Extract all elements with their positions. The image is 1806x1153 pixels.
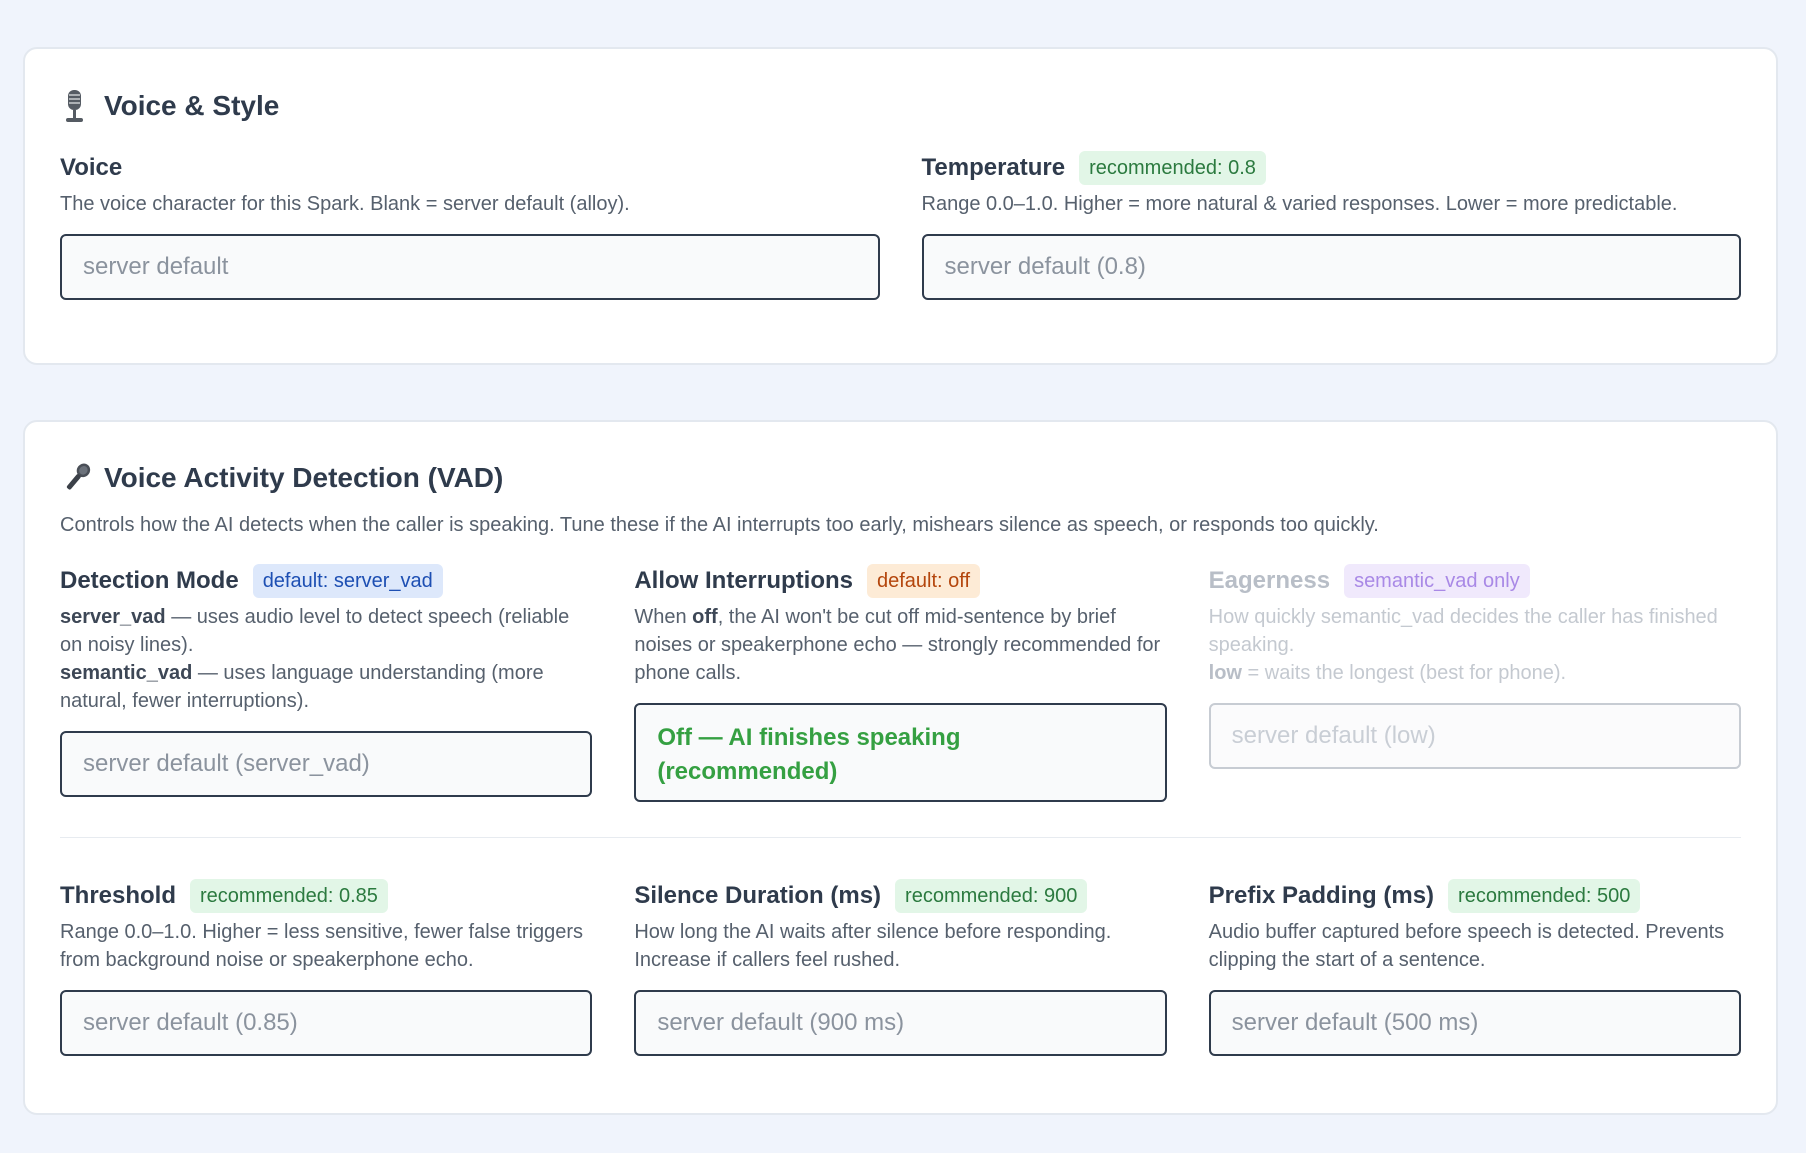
low-term: low (1208, 662, 1242, 684)
voice-field: Voice The voice character for this Spark… (60, 150, 880, 300)
eagerness-help-line-1: How quickly semantic_vad decides the cal… (1208, 606, 1718, 656)
eagerness-help-line-2: low = waits the longest (best for phone)… (1209, 659, 1741, 687)
threshold-label: Threshold (60, 882, 177, 909)
eagerness-input (1208, 703, 1741, 769)
detection-mode-input[interactable] (60, 731, 593, 797)
threshold-help: Range 0.0–1.0. Higher = less sensitive, … (60, 921, 584, 971)
threshold-badge: recommended: 0.85 (190, 879, 388, 913)
temperature-field: Temperature recommended: 0.8 Range 0.0–1… (921, 150, 1742, 300)
semantic-vad-term: semantic_vad (60, 662, 193, 684)
vad-description: Controls how the AI detects when the cal… (60, 514, 1379, 536)
detection-mode-head: Detection Mode default: server_vad (60, 563, 592, 599)
voice-help: The voice character for this Spark. Blan… (60, 193, 630, 215)
prefix-padding-help: Audio buffer captured before speech is d… (1208, 921, 1725, 971)
threshold-input[interactable] (60, 990, 593, 1056)
temperature-badge: recommended: 0.8 (1079, 151, 1266, 185)
temperature-input[interactable] (921, 234, 1741, 300)
eagerness-help: How quickly semantic_vad decides the cal… (1209, 603, 1741, 687)
threshold-head: Threshold recommended: 0.85 (60, 878, 592, 914)
silence-duration-label: Silence Duration (ms) (634, 882, 882, 909)
prefix-padding-head: Prefix Padding (ms) recommended: 500 (1209, 878, 1741, 914)
prefix-padding-field: Prefix Padding (ms) recommended: 500 Aud… (1208, 878, 1741, 1056)
allow-interruptions-help: When off, the AI won't be cut off mid-se… (634, 603, 1166, 687)
voice-style-title: Voice & Style (60, 86, 1741, 126)
detection-mode-help-line-2: semantic_vad — uses language understandi… (60, 659, 592, 715)
allow-interruptions-field: Allow Interruptions default: off When of… (634, 563, 1167, 802)
allow-interruptions-help-pre: When (634, 606, 693, 628)
temperature-help: Range 0.0–1.0. Higher = more natural & v… (921, 193, 1678, 215)
silence-duration-head: Silence Duration (ms) recommended: 900 (634, 878, 1166, 914)
vad-row-1: Detection Mode default: server_vad serve… (60, 563, 1741, 802)
voice-style-card: Voice & Style Voice The voice character … (23, 47, 1778, 365)
voice-style-title-text: Voice & Style (104, 90, 280, 121)
allow-interruptions-head: Allow Interruptions default: off (634, 563, 1166, 599)
studio-microphone-icon (60, 89, 90, 123)
eagerness-field: Eagerness semantic_vad only How quickly … (1208, 563, 1741, 802)
vad-divider (60, 837, 1741, 838)
voice-input[interactable] (60, 234, 880, 300)
microphone-icon (60, 461, 91, 495)
threshold-field: Threshold recommended: 0.85 Range 0.0–1.… (60, 878, 593, 1056)
low-desc: = waits the longest (best for phone). (1242, 662, 1567, 684)
eagerness-badge: semantic_vad only (1344, 564, 1530, 598)
vad-title-text: Voice Activity Detection (VAD) (104, 462, 504, 493)
allow-interruptions-badge: default: off (867, 564, 981, 598)
detection-mode-field: Detection Mode default: server_vad serve… (60, 563, 593, 802)
voice-label: Voice (60, 154, 123, 181)
silence-duration-help: How long the AI waits after silence befo… (634, 921, 1112, 971)
vad-card: Voice Activity Detection (VAD) Controls … (23, 420, 1778, 1115)
vad-title: Voice Activity Detection (VAD) (60, 458, 1741, 498)
temperature-label: Temperature (921, 154, 1066, 181)
detection-mode-label: Detection Mode (60, 567, 239, 594)
prefix-padding-input[interactable] (1208, 990, 1741, 1056)
off-term: off (692, 606, 718, 628)
server-vad-term: server_vad (60, 606, 166, 628)
temperature-field-head: Temperature recommended: 0.8 (922, 150, 1742, 186)
silence-duration-input[interactable] (634, 990, 1167, 1056)
prefix-padding-label: Prefix Padding (ms) (1208, 882, 1435, 909)
prefix-padding-badge: recommended: 500 (1448, 879, 1641, 913)
silence-duration-badge: recommended: 900 (895, 879, 1088, 913)
voice-style-row: Voice The voice character for this Spark… (60, 150, 1741, 300)
vad-row-2: Threshold recommended: 0.85 Range 0.0–1.… (60, 878, 1741, 1056)
allow-interruptions-select[interactable]: Off — AI finishes speaking (recommended) (634, 703, 1167, 802)
allow-interruptions-label: Allow Interruptions (634, 567, 853, 594)
silence-duration-field: Silence Duration (ms) recommended: 900 H… (634, 878, 1167, 1056)
eagerness-label: Eagerness (1208, 567, 1331, 594)
detection-mode-badge: default: server_vad (252, 564, 443, 598)
detection-mode-help: server_vad — uses audio level to detect … (60, 603, 592, 715)
voice-field-head: Voice (60, 150, 880, 186)
detection-mode-help-line-1: server_vad — uses audio level to detect … (60, 603, 592, 659)
eagerness-head: Eagerness semantic_vad only (1209, 563, 1741, 599)
